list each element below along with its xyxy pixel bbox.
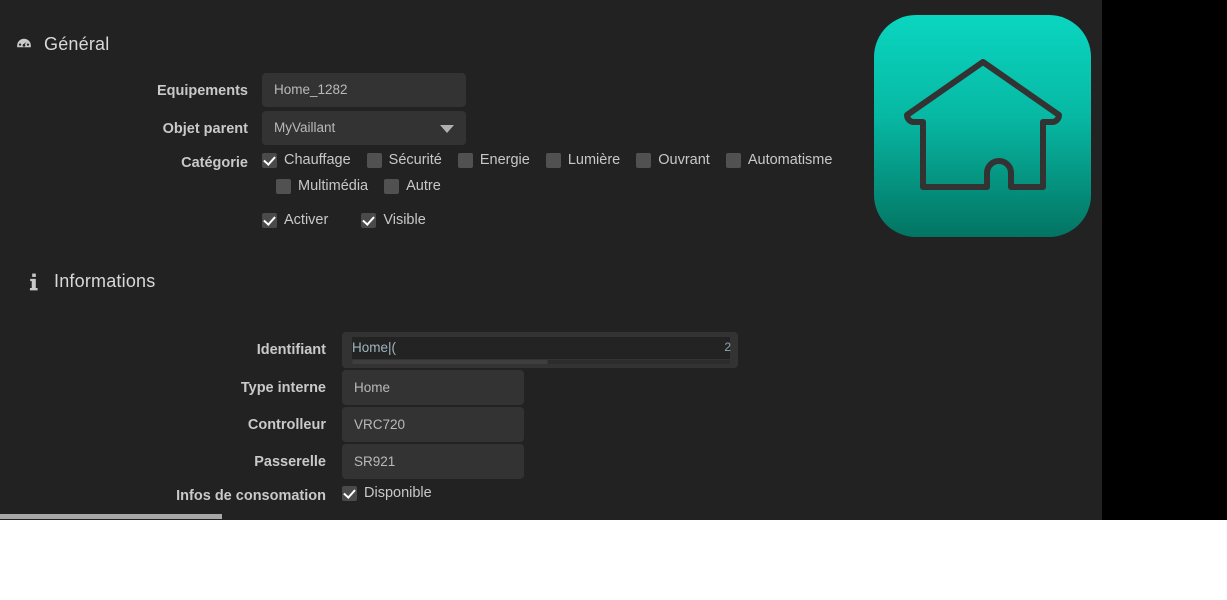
checkbox-box-autre[interactable] [384,178,400,194]
type-interne-input[interactable] [342,370,524,405]
checkbox-item-disponible[interactable]: Disponible [342,485,432,501]
checkbox-label-visible: Visible [383,212,426,228]
objet-parent-value: MyVaillant [262,111,466,145]
row-objet-parent: Objet parent MyVaillant [0,111,480,145]
gauge-icon [14,35,34,55]
info-icon [24,272,44,292]
checkbox-item-visible[interactable]: Visible [361,212,426,228]
etat-checkbox-group: Activer Visible [262,212,442,228]
row-etat: Activer Visible [0,212,600,228]
categorie-checkbox-group: Chauffage Sécurité Energie Lumière Ouvra… [262,152,862,194]
checkbox-label-lumiere: Lumière [567,152,621,168]
checkbox-item-autre[interactable]: Autre [384,178,441,194]
identifiant-hscroll-thumb[interactable] [352,360,548,364]
checkbox-box-activer[interactable] [262,212,277,228]
checkbox-item-chauffage[interactable]: Chauffage [262,152,351,168]
passerelle-input[interactable] [342,444,524,479]
device-config-panel: Général Equipements Objet parent MyVaill… [0,0,1102,520]
house-icon [895,49,1071,204]
checkbox-label-disponible: Disponible [364,485,432,501]
device-icon-tile[interactable] [874,15,1091,237]
section-header-general: Général [14,34,109,55]
equipements-input[interactable] [262,73,466,107]
checkbox-item-activer[interactable]: Activer [262,212,328,228]
row-categorie: Catégorie Chauffage Sécurité Energie Lum… [0,152,900,194]
identifiant-input[interactable]: Home|( 2 [342,332,738,368]
checkbox-box-disponible[interactable] [342,485,357,501]
label-passerelle: Passerelle [254,454,326,470]
checkbox-label-autre: Autre [406,178,441,194]
checkbox-label-multimedia: Multimédia [298,178,369,194]
checkbox-label-ouvrant: Ouvrant [658,152,710,168]
panel-hscrollbar-thumb[interactable] [0,514,222,519]
checkbox-item-energie[interactable]: Energie [457,152,530,168]
label-categorie: Catégorie [181,155,248,171]
checkbox-box-automatisme[interactable] [725,152,741,168]
checkbox-label-automatisme: Automatisme [747,152,833,168]
section-title-general: Général [44,34,110,54]
row-infos-consomation: Infos de consomation Disponible [0,485,600,506]
checkbox-item-lumiere[interactable]: Lumière [545,152,621,168]
section-header-informations: Informations [24,271,155,292]
row-controlleur: Controlleur [0,407,600,442]
row-type-interne: Type interne [0,370,600,405]
identifiant-tail-text: 2 [724,340,731,354]
identifiant-hscrollbar[interactable] [352,360,730,364]
checkbox-item-securite[interactable]: Sécurité [366,152,442,168]
checkbox-item-automatisme[interactable]: Automatisme [725,152,833,168]
label-type-interne: Type interne [240,380,326,396]
row-identifiant: Identifiant Home|( 2 [0,332,800,368]
checkbox-label-energie: Energie [479,152,530,168]
checkbox-box-chauffage[interactable] [262,152,277,168]
identifiant-value: Home|( [352,337,730,359]
controlleur-input[interactable] [342,407,524,442]
checkbox-box-energie[interactable] [457,152,473,168]
checkbox-box-ouvrant[interactable] [636,152,652,168]
section-title-informations: Informations [54,271,156,291]
label-infos-consomation: Infos de consomation [176,488,326,504]
objet-parent-select[interactable]: MyVaillant [262,111,466,145]
checkbox-label-chauffage: Chauffage [284,152,351,168]
checkbox-box-multimedia[interactable] [276,178,291,194]
label-equipements: Equipements [156,83,248,99]
checkbox-label-securite: Sécurité [388,152,442,168]
checkbox-box-securite[interactable] [366,152,382,168]
row-passerelle: Passerelle [0,444,600,479]
checkbox-box-lumiere[interactable] [545,152,561,168]
panel-hscrollbar-track[interactable] [0,514,1102,520]
app-screen: Général Equipements Objet parent MyVaill… [0,0,1227,600]
checkbox-item-multimedia[interactable]: Multimédia [276,178,368,194]
checkbox-label-activer: Activer [284,212,329,228]
label-controlleur: Controlleur [247,417,326,433]
label-objet-parent: Objet parent [162,121,248,137]
label-identifiant: Identifiant [256,342,326,358]
checkbox-item-ouvrant[interactable]: Ouvrant [636,152,710,168]
row-equipements: Equipements [0,73,480,107]
checkbox-box-visible[interactable] [361,212,377,228]
